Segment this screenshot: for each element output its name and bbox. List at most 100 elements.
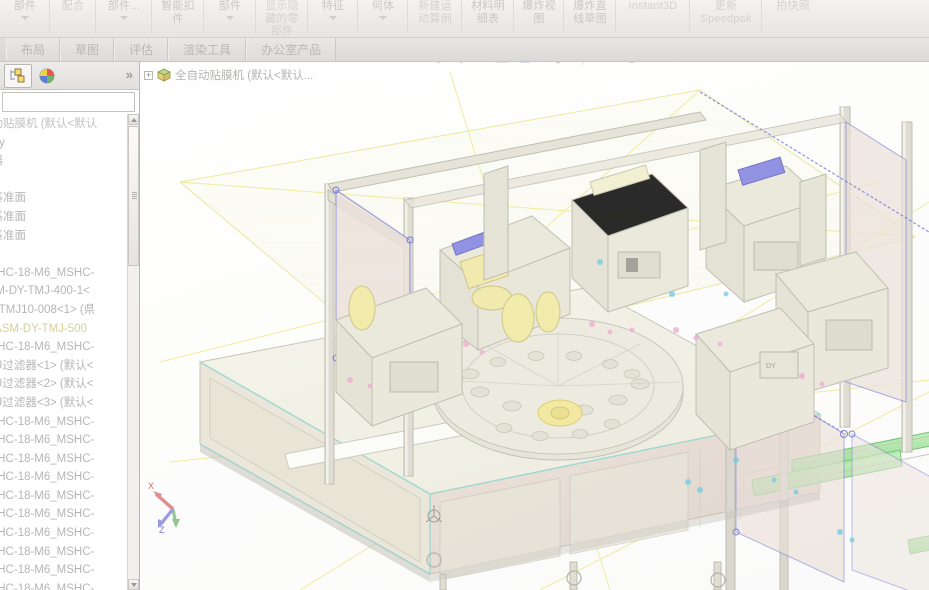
ribbon-group-label: 拍快照 (776, 0, 810, 12)
tree-item[interactable]: MSHC-18-M6_MSHC- (0, 487, 127, 506)
ribbon-group-dropdown-caret[interactable] (379, 15, 387, 20)
tree-item[interactable]: MSHC-18-M6_MSHC- (0, 431, 127, 450)
ribbon-group-4[interactable]: 部件 (204, 0, 256, 37)
tabstrip-filler (336, 38, 929, 61)
tab-4[interactable]: 办公室产品 (246, 38, 337, 61)
panel-expand-button[interactable]: » (126, 68, 133, 82)
tree-item[interactable]: 观基准面 (0, 227, 127, 246)
scroll-up-button[interactable] (128, 114, 139, 125)
assembly-cube-icon (157, 68, 171, 82)
edit-appearance-icon[interactable] (621, 62, 643, 68)
ribbon-group-3[interactable]: 智能扣 件 (152, 0, 204, 37)
tree-item[interactable]: DY-TMJ10-008<1> (県 (0, 301, 127, 320)
ribbon-group-label: 显示隐 藏的零 部件 (265, 0, 299, 37)
tree-item[interactable]: 观基准面 (0, 189, 127, 208)
tree-item[interactable]: MSHC-18-M6_MSHC- (0, 338, 127, 357)
tree-item[interactable]: 观基准面 (0, 208, 127, 227)
ribbon-group-0[interactable]: 部件 (0, 0, 50, 37)
ribbon-group-dropdown-caret[interactable] (21, 15, 29, 20)
appearances-color-wheel-icon (39, 68, 55, 83)
tree-item[interactable]: MSHC-18-M6_MSHC- (0, 505, 127, 524)
scroll-thumb[interactable] (128, 126, 139, 266)
feature-manager-panel: » 自动贴膜机 (默认<默认story感器解观基准面观基准面观基准面点MSHC-… (0, 62, 140, 590)
view-settings-icon[interactable] (677, 62, 699, 68)
panel-tab-bar[interactable]: » (0, 62, 139, 90)
ribbon-toolbar: 部件 配合 部件... 智能扣 件 部件 显示隐 藏的零 部件 特征 何体 新建运 动算例 材料明… (0, 0, 929, 38)
ribbon-group-label: 更新 Speedpak (700, 0, 752, 25)
previous-view-icon[interactable] (468, 62, 490, 68)
ribbon-group-13[interactable]: 更新 Speedpak (690, 0, 762, 37)
tree-item[interactable]: MSHC-18-M6_MSHC- (0, 450, 127, 469)
ribbon-group-9[interactable]: 材料明 细表 (462, 0, 514, 37)
solidworks-window: 部件 配合 部件... 智能扣 件 部件 显示隐 藏的零 部件 特征 何体 新建运 动算例 材料明… (0, 0, 929, 590)
ribbon-group-14[interactable]: 拍快照 (762, 0, 824, 37)
ribbon-group-7[interactable]: 何体 (358, 0, 408, 37)
ribbon-group-label: 爆炸直 线草图 (573, 0, 607, 25)
ribbon-group-dropdown-caret[interactable] (329, 15, 337, 20)
tree-vertical-scrollbar[interactable] (127, 114, 139, 590)
zoom-to-fit-icon[interactable] (422, 62, 444, 68)
ribbon-group-6[interactable]: 特征 (308, 0, 358, 37)
feature-tree-list[interactable]: 自动贴膜机 (默认<默认story感器解观基准面观基准面观基准面点MSHC-18… (0, 114, 127, 590)
ribbon-group-label: 部件 (218, 0, 242, 12)
hide-show-items-icon[interactable] (588, 62, 610, 68)
ribbon-group-dropdown-caret[interactable] (226, 15, 234, 20)
ribbon-group-label: 特征 (321, 0, 345, 12)
cad-assembly-model[interactable]: DY (140, 62, 929, 590)
tree-scroll-region: 自动贴膜机 (默认<默认story感器解观基准面观基准面观基准面点MSHC-18… (0, 114, 139, 590)
tree-item[interactable]: 点 (0, 245, 127, 264)
ribbon-group-label: 材料明 细表 (471, 0, 505, 25)
tree-item[interactable]: ASM-DY-TMJ-400-1< (0, 282, 127, 301)
ribbon-group-label: Instant3D (628, 0, 678, 12)
tree-item[interactable]: 解 (0, 171, 127, 190)
scroll-down-button[interactable] (128, 579, 139, 590)
tree-item[interactable]: 感器 (0, 152, 127, 171)
tree-item[interactable]: FFU过滤器<2> (默认< (0, 375, 127, 394)
assembly-title-bar[interactable]: + 全自动贴膜机 (默认<默认... (144, 67, 313, 83)
coordinate-triad: X Z (148, 481, 180, 535)
triad-z-label: Z (159, 525, 165, 535)
tree-item[interactable]: MSHC-18-M6_MSHC- (0, 561, 127, 580)
apply-scene-icon[interactable] (644, 62, 666, 68)
tab-3[interactable]: 渲染工具 (168, 38, 247, 61)
heads-up-view-toolbar[interactable] (422, 62, 699, 70)
tree-item[interactable]: MSHC-18-M6_MSHC- (0, 468, 127, 487)
ribbon-group-8[interactable]: 新建运 动算例 (408, 0, 462, 37)
tree-item[interactable]: MSHC-18-M6_MSHC- (0, 413, 127, 432)
tab-2[interactable]: 评估 (114, 38, 169, 61)
panel-tab-feature-tree[interactable] (4, 63, 32, 88)
command-tab-strip[interactable]: 布局 草图 评估 渲染工具 办公室产品 (0, 38, 929, 62)
tree-item[interactable]: MSHC-18-M6_MSHC- (0, 264, 127, 283)
ribbon-group-dropdown-caret[interactable] (120, 15, 128, 20)
ribbon-group-label: 新建运 动算例 (418, 0, 452, 25)
section-view-icon[interactable] (491, 62, 513, 68)
ribbon-group-label: 爆炸视 图 (522, 0, 556, 25)
tree-search-input[interactable] (2, 92, 135, 112)
graphics-viewport[interactable]: DY + 全自动贴膜机 (默认<默认... X Z (140, 62, 929, 590)
assembly-origin-icon (425, 505, 443, 523)
ribbon-group-label: 部件 (13, 0, 37, 12)
tree-item[interactable]: FFU过滤器<1> (默认< (0, 357, 127, 376)
tree-item[interactable]: MSHC-18-M6_MSHC- (0, 543, 127, 562)
expand-tree-icon[interactable]: + (144, 70, 153, 80)
tab-1[interactable]: 草图 (60, 38, 115, 61)
ribbon-group-5[interactable]: 显示隐 藏的零 部件 (256, 0, 308, 37)
tree-item[interactable]: FFU过滤器<3> (默认< (0, 394, 127, 413)
tab-0[interactable]: 布局 (6, 38, 61, 61)
ribbon-group-12[interactable]: Instant3D (616, 0, 690, 37)
display-style-icon[interactable] (547, 62, 569, 68)
tree-item[interactable]: MSHC-18-M6_MSHC- (0, 524, 127, 543)
view-orientation-icon[interactable] (514, 62, 536, 68)
panel-tab-display-manager[interactable] (33, 64, 61, 88)
ribbon-group-11[interactable]: 爆炸直 线草图 (564, 0, 616, 37)
ribbon-group-2[interactable]: 部件... (96, 0, 152, 37)
tree-item-selected[interactable]: (-) ASM-DY-TMJ-500 (0, 320, 127, 339)
tree-item[interactable]: story (0, 134, 127, 153)
tree-item[interactable]: MSHC-18-M6_MSHC- (0, 580, 127, 590)
tree-item[interactable]: 自动贴膜机 (默认<默认 (0, 115, 127, 134)
zoom-to-area-icon[interactable] (445, 62, 467, 68)
triad-x-label: X (148, 481, 154, 491)
ribbon-group-10[interactable]: 爆炸视 图 (514, 0, 564, 37)
ribbon-group-1[interactable]: 配合 (50, 0, 96, 37)
ribbon-group-label: 智能扣 件 (161, 0, 195, 25)
